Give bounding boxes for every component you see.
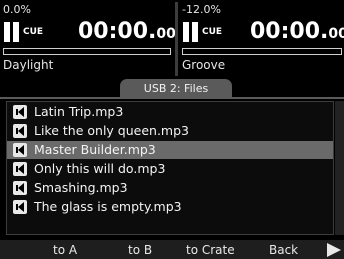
list-item-selected[interactable]: Master Builder.mp3 (7, 141, 333, 159)
tab-underline (0, 97, 344, 99)
scrollbar[interactable] (335, 101, 344, 235)
back-button[interactable]: Back (269, 242, 298, 258)
file-list[interactable]: Latin Trip.mp3 Like the only queen.mp3 M… (6, 101, 334, 235)
list-item-content: Master Builder.mp3 (12, 141, 330, 159)
deck-b-time-main: 00:00. (250, 19, 329, 44)
deck-b-track-name: Groove (182, 58, 226, 72)
deck-b-pitch: -12.0% (182, 3, 221, 16)
to-a-button[interactable]: to A (53, 242, 77, 258)
list-item[interactable]: Like the only queen.mp3 (12, 122, 330, 140)
deck-a-time-main: 00:00. (78, 19, 157, 44)
to-b-button[interactable]: to B (128, 242, 152, 258)
file-name: The glass is empty.mp3 (34, 199, 182, 214)
list-item-content: Latin Trip.mp3 (12, 103, 330, 121)
pause-bar-right (192, 22, 198, 42)
file-name: Latin Trip.mp3 (34, 104, 124, 119)
deck-a-progress-bar[interactable] (3, 48, 171, 55)
deck-b-time-sub: 00 (328, 26, 344, 42)
list-item[interactable]: Only this will do.mp3 (12, 160, 330, 178)
deck-b-time: 00:00.00 (250, 19, 344, 47)
deck-b: -12.0% CUE 00:00.00 Groove (179, 0, 344, 76)
pause-bar-right (13, 22, 19, 42)
file-name: Only this will do.mp3 (34, 161, 166, 176)
list-item-content: Smashing.mp3 (12, 179, 330, 197)
pause-icon[interactable] (183, 22, 199, 42)
list-item[interactable]: Smashing.mp3 (12, 179, 330, 197)
list-item-content: Only this will do.mp3 (12, 160, 330, 178)
list-item-content: Like the only queen.mp3 (12, 122, 330, 140)
list-item[interactable]: Latin Trip.mp3 (12, 103, 330, 121)
deck-b-cue-label[interactable]: CUE (202, 27, 222, 37)
pause-icon[interactable] (4, 22, 20, 42)
tab-usb-files[interactable]: USB 2: Files (120, 79, 232, 98)
action-bar: to A to B to Crate Back (0, 240, 344, 259)
file-name: Smashing.mp3 (34, 180, 128, 195)
deck-b-progress-bar[interactable] (182, 48, 342, 55)
speaker-icon (13, 181, 27, 195)
speaker-icon (13, 124, 27, 138)
list-item[interactable]: The glass is empty.mp3 (12, 198, 330, 216)
to-crate-button[interactable]: to Crate (186, 242, 235, 258)
file-name: Like the only queen.mp3 (34, 123, 189, 138)
deck-divider (175, 2, 178, 76)
deck-a-time-sub: 00 (156, 26, 176, 42)
speaker-icon (13, 162, 27, 176)
deck-a-cue-label[interactable]: CUE (23, 27, 43, 37)
play-arrow-icon[interactable] (327, 243, 341, 257)
speaker-icon (13, 200, 27, 214)
pause-bar-left (183, 22, 189, 42)
speaker-icon (13, 105, 27, 119)
deck-a-pitch: 0.0% (3, 3, 31, 16)
list-item-content: The glass is empty.mp3 (12, 198, 330, 216)
deck-a-track-name: Daylight (3, 58, 54, 72)
deck-a: 0.0% CUE 00:00.00 Daylight (0, 0, 176, 76)
speaker-icon (13, 143, 27, 157)
pause-bar-left (4, 22, 10, 42)
file-name: Master Builder.mp3 (34, 142, 156, 157)
deck-a-time: 00:00.00 (78, 19, 176, 47)
